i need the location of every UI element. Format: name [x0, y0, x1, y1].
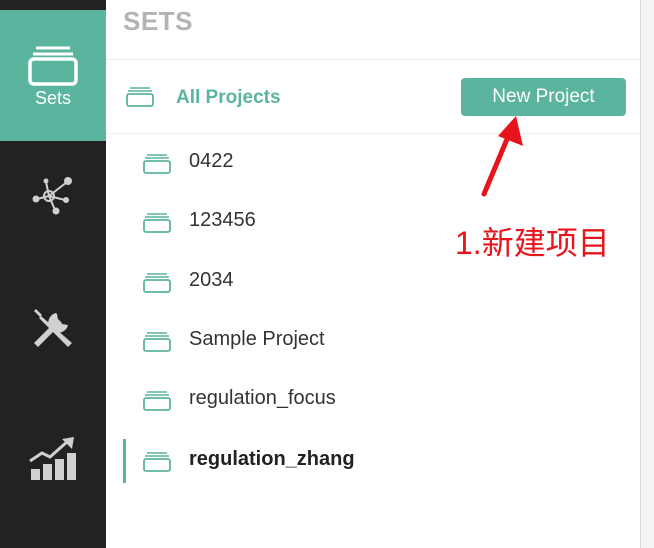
project-item[interactable]: 2034 — [106, 257, 640, 307]
rail-item-tools[interactable] — [0, 282, 106, 374]
folder-icon — [143, 332, 171, 352]
rail-item-network[interactable] — [0, 150, 106, 242]
project-item[interactable]: 0422 — [106, 138, 640, 188]
page-title: SETS — [123, 6, 193, 36]
network-icon — [32, 177, 72, 215]
folder-icon — [143, 154, 171, 174]
project-name: regulation_zhang — [189, 448, 355, 470]
divider — [106, 133, 640, 134]
folder-icon — [143, 273, 171, 293]
tools-icon — [34, 309, 72, 347]
annotation-arrow — [481, 116, 523, 197]
panel-scroll-edge — [640, 0, 654, 548]
folder-icon — [126, 87, 154, 107]
folder-icon — [143, 391, 171, 411]
rail-item-label: Sets — [34, 88, 72, 108]
project-name: 2034 — [189, 269, 234, 291]
chart-trend-icon — [29, 437, 76, 480]
project-name: 0422 — [189, 150, 234, 172]
project-name: regulation_focus — [189, 387, 336, 409]
project-name: Sample Project — [189, 328, 325, 350]
project-item-selected[interactable]: regulation_zhang — [106, 436, 640, 486]
folder-icon — [143, 452, 171, 472]
project-item[interactable]: Sample Project — [106, 316, 640, 366]
project-name: 123456 — [189, 209, 256, 231]
rail-item-sets[interactable]: Sets — [0, 10, 106, 141]
rail-item-charts[interactable] — [0, 412, 106, 504]
annotation-label: 1.新建项目 — [455, 225, 610, 261]
folder-icon — [28, 46, 78, 86]
folder-icon — [143, 213, 171, 233]
all-projects-link[interactable]: All Projects — [176, 87, 281, 109]
project-item[interactable]: regulation_focus — [106, 375, 640, 425]
selection-indicator — [123, 439, 126, 483]
all-projects-row: All Projects New Project — [106, 60, 640, 133]
